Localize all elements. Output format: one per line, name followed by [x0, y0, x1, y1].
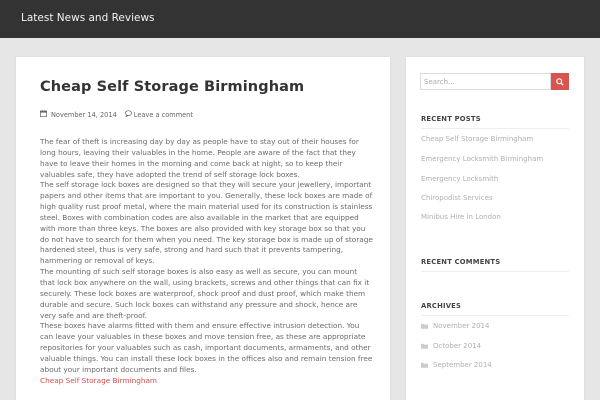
recent-posts-title: RECENT POSTS: [421, 115, 481, 123]
post-title[interactable]: Cheap Self Storage Birmingham: [40, 79, 304, 95]
archives-title: ARCHIVES: [421, 302, 462, 310]
post-paragraph: The fear of theft is increasing day by d…: [40, 137, 359, 179]
search-icon: [556, 74, 564, 89]
recent-comments-title: RECENT COMMENTS: [421, 258, 501, 266]
recent-post-link[interactable]: Minibus Hire in London: [421, 213, 501, 221]
header-bar: Latest News and Reviews: [0, 0, 600, 38]
post-card: Cheap Self Storage Birmingham November 1…: [16, 57, 390, 400]
post-meta: November 14, 2014 Leave a comment: [40, 110, 193, 119]
site-title[interactable]: Latest News and Reviews: [21, 12, 155, 24]
post-paragraph: These boxes have alarms fitted with them…: [40, 321, 373, 374]
sidebar: RECENT POSTS Cheap Self Storage Birmingh…: [406, 57, 584, 400]
divider: [421, 315, 569, 316]
folder-icon: [421, 343, 428, 349]
post-date[interactable]: November 14, 2014: [51, 111, 117, 119]
calendar-icon: [40, 110, 47, 119]
recent-post-link[interactable]: Emergency Locksmith Birmingham: [421, 155, 543, 163]
divider: [421, 271, 569, 272]
archive-label: November 2014: [433, 322, 490, 330]
archive-link[interactable]: October 2014: [421, 342, 481, 350]
recent-post-link[interactable]: Chiropodist Services: [421, 194, 493, 202]
archive-link[interactable]: November 2014: [421, 322, 489, 330]
leave-comment-link[interactable]: Leave a comment: [124, 110, 193, 119]
recent-post-link[interactable]: Cheap Self Storage Birmingham: [421, 135, 533, 143]
archive-label: September 2014: [433, 361, 492, 369]
search-input[interactable]: [420, 73, 551, 90]
post-link[interactable]: Cheap Self Storage Birmingham: [40, 376, 374, 387]
leave-comment-label: Leave a comment: [133, 110, 193, 119]
search-button[interactable]: [551, 73, 569, 90]
post-paragraph: The mounting of such self storage boxes …: [40, 267, 370, 320]
post-content: The fear of theft is increasing day by d…: [40, 137, 374, 386]
divider: [421, 128, 569, 129]
folder-icon: [421, 362, 428, 368]
recent-post-link[interactable]: Emergency Locksmith: [421, 175, 498, 183]
archive-label: October 2014: [433, 342, 482, 350]
archive-link[interactable]: September 2014: [421, 361, 492, 369]
post-paragraph: The self storage lock boxes are designed…: [40, 180, 373, 266]
folder-icon: [421, 323, 428, 329]
comment-icon: [124, 110, 132, 119]
